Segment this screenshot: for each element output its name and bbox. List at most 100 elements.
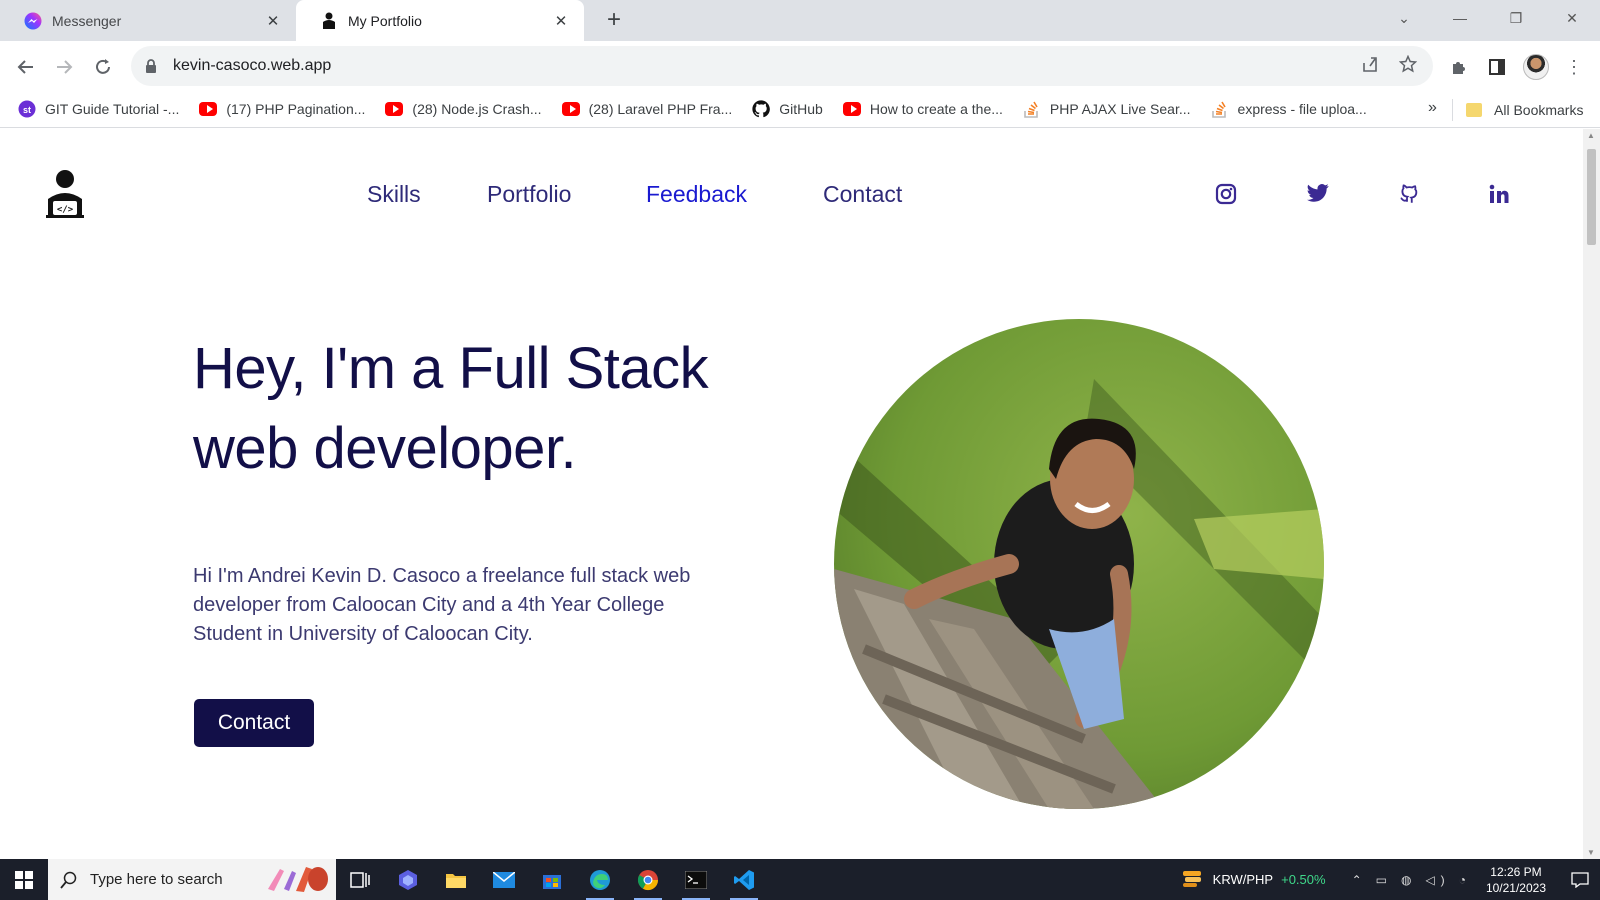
close-window-button[interactable]: ✕ [1544, 0, 1600, 36]
st-icon: st [18, 100, 36, 118]
search-placeholder: Type here to search [90, 871, 223, 888]
bookmark-item[interactable]: express - file uploa... [1211, 101, 1367, 118]
edge-icon[interactable] [576, 859, 624, 900]
bookmarks-bar: st GIT Guide Tutorial -... (17) PHP Pagi… [0, 91, 1600, 128]
folder-icon [1466, 102, 1482, 117]
nav-skills[interactable]: Skills [367, 181, 421, 208]
task-view-icon[interactable] [336, 859, 384, 900]
vscode-icon[interactable] [720, 859, 768, 900]
scrollbar-thumb[interactable] [1587, 149, 1596, 245]
taskbar-search[interactable]: Type here to search [48, 859, 336, 900]
notification-icon[interactable] [1560, 859, 1600, 900]
youtube-icon [561, 101, 580, 117]
file-explorer-icon[interactable] [432, 859, 480, 900]
youtube-icon [842, 101, 861, 117]
window-controls: ⌄ — ❐ ✕ [1376, 0, 1600, 41]
twitter-icon[interactable] [1307, 183, 1333, 209]
restore-button[interactable]: ❐ [1488, 0, 1544, 36]
new-tab-button[interactable]: + [600, 6, 628, 34]
stackoverflow-icon [1023, 101, 1041, 118]
page-viewport: </> Skills Portfolio Feedback Contact He… [0, 129, 1583, 859]
network-icon[interactable]: ◍ [1401, 873, 1417, 887]
site-logo[interactable]: </> [44, 169, 86, 219]
close-tab-icon[interactable]: ✕ [552, 12, 570, 30]
wifi-icon[interactable]: ◔ [1459, 873, 1472, 887]
extensions-icon[interactable] [1445, 53, 1473, 81]
search-highlight-icon [266, 865, 330, 893]
side-panel-icon[interactable] [1483, 53, 1511, 81]
clock-date: 10/21/2023 [1485, 880, 1546, 895]
nav-feedback[interactable]: Feedback [646, 181, 747, 208]
svg-text:</>: </> [57, 205, 74, 215]
bookmark-item[interactable]: (28) Laravel PHP Fra... [561, 101, 733, 117]
svg-text:st: st [23, 105, 31, 115]
bookmark-label: PHP AJAX Live Sear... [1049, 101, 1191, 117]
taskbar-clock[interactable]: 12:26 PM 10/21/2023 [1486, 864, 1546, 896]
minimize-button[interactable]: — [1432, 0, 1488, 36]
currency-icon [1181, 868, 1203, 891]
clock-time: 12:26 PM [1490, 864, 1542, 879]
instagram-icon[interactable] [1215, 183, 1241, 209]
bookmark-item[interactable]: (17) PHP Pagination... [199, 101, 365, 117]
share-icon[interactable] [1361, 55, 1379, 78]
bookmark-item[interactable]: How to create a the... [842, 101, 1003, 117]
terminal-icon[interactable] [672, 859, 720, 900]
url-text: kevin-casoco.web.app [173, 57, 332, 74]
bookmark-label: (28) Node.js Crash... [412, 101, 542, 117]
chrome-icon[interactable] [624, 859, 672, 900]
forward-icon[interactable] [50, 53, 78, 81]
nav-contact[interactable]: Contact [823, 181, 902, 208]
profile-photo [834, 319, 1324, 809]
profile-avatar[interactable] [1522, 53, 1550, 81]
hero-description: Hi I'm Andrei Kevin D. Casoco a freelanc… [193, 565, 691, 645]
hero-heading-line2: web developer. [193, 416, 577, 481]
bookmark-item[interactable]: GitHub [752, 100, 823, 118]
tray-overflow-icon[interactable]: ⌃ [1352, 873, 1368, 887]
github-icon [752, 100, 771, 118]
bookmark-item[interactable]: PHP AJAX Live Sear... [1023, 101, 1191, 118]
bookmark-label: GIT Guide Tutorial -... [45, 101, 180, 117]
hero-heading-line1: Hey, I'm a Full Stack [193, 336, 709, 401]
tab-search-icon[interactable]: ⌄ [1376, 0, 1432, 36]
tab-title: My Portfolio [348, 12, 422, 29]
coder-icon [320, 12, 338, 30]
reload-icon[interactable] [89, 53, 117, 81]
bookmark-item[interactable]: (28) Node.js Crash... [385, 101, 542, 117]
close-tab-icon[interactable]: ✕ [264, 12, 282, 30]
address-bar[interactable]: kevin-casoco.web.app [131, 46, 1433, 86]
nav-portfolio[interactable]: Portfolio [487, 181, 571, 208]
volume-icon[interactable]: ◁) [1425, 873, 1450, 887]
github-icon[interactable] [1398, 183, 1424, 209]
mail-icon[interactable] [480, 859, 528, 900]
linkedin-icon[interactable] [1488, 183, 1514, 209]
scroll-down-icon[interactable]: ▼ [1587, 848, 1595, 857]
stackoverflow-icon [1211, 101, 1229, 118]
bookmark-label: GitHub [779, 101, 823, 117]
bookmarks-divider [1452, 99, 1453, 121]
all-bookmarks-button[interactable]: All Bookmarks [1466, 91, 1583, 128]
all-bookmarks-label: All Bookmarks [1494, 101, 1584, 118]
page-scrollbar[interactable]: ▲ ▼ [1583, 129, 1600, 859]
youtube-icon [385, 101, 404, 117]
back-icon[interactable] [12, 53, 40, 81]
more-bookmarks-button[interactable]: » [1428, 99, 1437, 117]
tab-my-portfolio[interactable]: My Portfolio ✕ [296, 0, 584, 41]
copilot-icon[interactable] [384, 859, 432, 900]
bookmark-item[interactable]: st GIT Guide Tutorial -... [18, 100, 180, 118]
store-icon[interactable] [528, 859, 576, 900]
tab-messenger[interactable]: Messenger ✕ [0, 0, 296, 41]
currency-pair[interactable]: KRW/PHP [1213, 872, 1273, 887]
bookmark-label: (17) PHP Pagination... [226, 101, 366, 117]
system-tray: KRW/PHP +0.50% ⌃ ▭ ◍ ◁) ◔ 12:26 PM 10/21… [1181, 859, 1600, 900]
contact-button[interactable]: Contact [194, 699, 314, 747]
scroll-up-icon[interactable]: ▲ [1587, 131, 1595, 140]
browser-toolbar: kevin-casoco.web.app ⋮ [0, 41, 1600, 91]
menu-kebab-icon[interactable]: ⋮ [1560, 53, 1588, 81]
bookmark-label: express - file uploa... [1237, 101, 1367, 117]
lock-icon[interactable] [145, 59, 159, 73]
windows-start-icon[interactable] [0, 859, 48, 900]
bookmark-label: (28) Laravel PHP Fra... [588, 101, 733, 117]
bookmark-label: How to create a the... [869, 101, 1003, 117]
battery-icon[interactable]: ▭ [1376, 873, 1393, 887]
bookmark-star-icon[interactable] [1398, 54, 1418, 78]
